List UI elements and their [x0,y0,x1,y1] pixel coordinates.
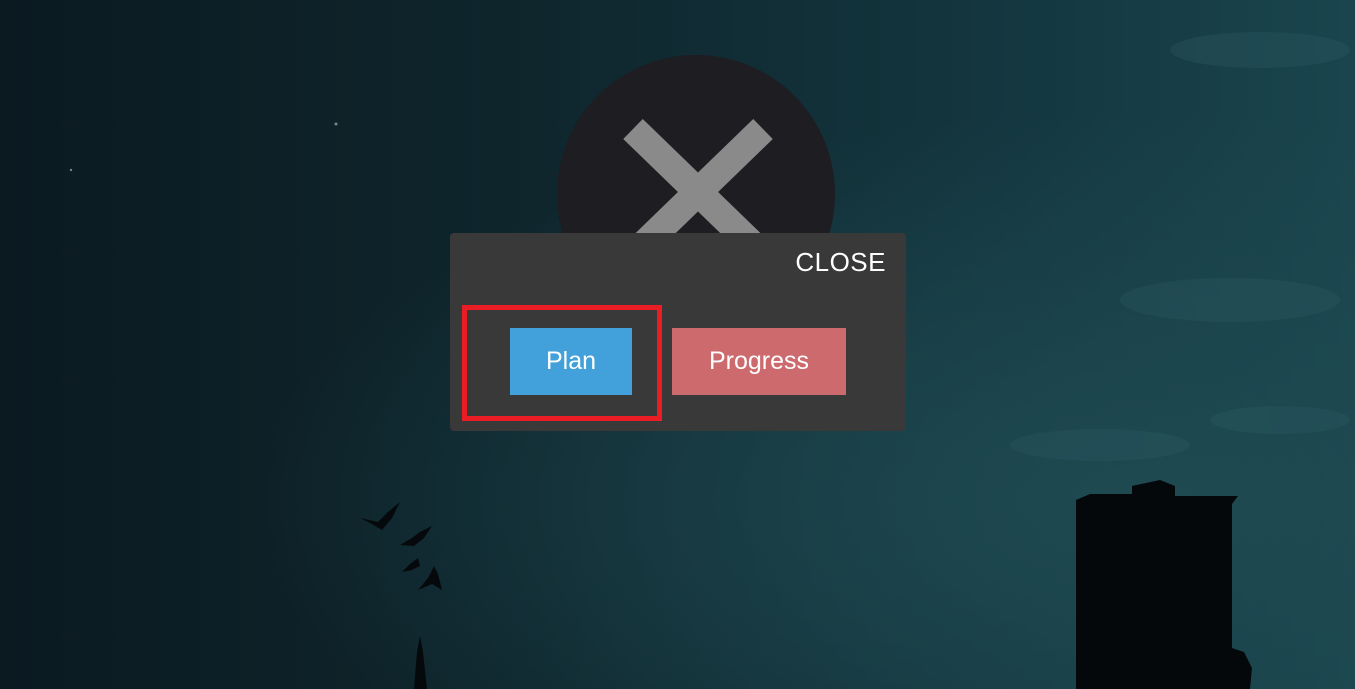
tower-silhouette [1076,480,1252,689]
progress-button[interactable]: Progress [672,328,846,395]
clouds [1010,32,1350,461]
close-button[interactable]: CLOSE [795,247,886,278]
stars [69,122,338,172]
dialog-popup: CLOSE Plan Progress [450,233,906,431]
birds-silhouette [360,502,442,590]
spire-silhouette [414,636,427,689]
plan-button[interactable]: Plan [510,328,632,395]
